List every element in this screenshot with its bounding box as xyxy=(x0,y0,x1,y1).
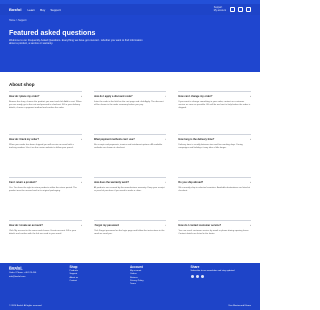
faq-question[interactable]: How can I change my order? › xyxy=(178,95,251,98)
faq-item[interactable]: How can I change my order? › If you want t… xyxy=(178,91,251,134)
page-title: Featured asked questions xyxy=(9,30,96,37)
faq-question[interactable]: How does the warranty work? › xyxy=(94,181,167,184)
chevron-right-icon[interactable]: › xyxy=(165,138,166,141)
breadcrumb[interactable]: Home > Support xyxy=(9,15,251,22)
faq-question[interactable]: Do you ship abroad? › xyxy=(178,181,251,184)
faq-answer: Click My account in the menu and choose … xyxy=(9,230,77,236)
faq-item[interactable]: How do I place my order? › Browse the shop… xyxy=(9,91,82,134)
faq-question-text: How do I apply a discount code? xyxy=(93,95,133,98)
facebook-icon[interactable] xyxy=(190,275,194,279)
faq-question[interactable]: How do I create an account? › xyxy=(9,224,82,227)
footer-col-title: Account xyxy=(130,265,143,269)
chevron-right-icon[interactable]: › xyxy=(81,224,82,227)
nav-link-learn[interactable]: Learn xyxy=(27,8,35,12)
faq-question[interactable]: Can I return a product? › xyxy=(9,181,82,184)
footer-col-title: Shop xyxy=(69,265,78,269)
faq-grid: How do I place my order? › Browse the shop… xyxy=(9,91,251,263)
faq-item[interactable]: How do I apply a discount code? › Enter th… xyxy=(93,91,167,134)
faq-item[interactable]: Do you ship abroad? › We currently ship to… xyxy=(178,177,251,220)
faq-item[interactable]: How long is the delivery time? › Delivery … xyxy=(178,134,251,177)
footer-share-col: Share Subscribe to our newsletter and st… xyxy=(190,265,252,286)
chevron-right-icon[interactable]: › xyxy=(165,181,166,184)
faq-answer: Click Forgot password on the login page … xyxy=(93,230,165,236)
chevron-right-icon[interactable]: › xyxy=(250,181,251,184)
faq-question-text: How do I create an account? xyxy=(9,224,43,227)
faq-question-text: How does the warranty work? xyxy=(93,181,130,184)
faq-question-text: Do you ship abroad? xyxy=(178,181,204,184)
footer-brand-line[interactable]: info@bosfol.com xyxy=(9,276,70,279)
faq-question-text: I forgot my password xyxy=(93,224,119,227)
faq-question-text: How do I place my order? xyxy=(9,95,40,98)
faq-answer: When your order has been shipped you wil… xyxy=(9,144,74,150)
faq-item[interactable]: How do I track my order? › When your order… xyxy=(9,134,82,177)
youtube-icon[interactable] xyxy=(200,275,204,279)
footer-share-text: Subscribe to our newsletter and stay upd… xyxy=(190,270,236,273)
chevron-right-icon[interactable]: › xyxy=(250,224,251,227)
nav-icons xyxy=(230,7,251,12)
nav-support-text[interactable]: Support My account xyxy=(214,6,226,12)
chevron-right-icon[interactable]: › xyxy=(250,138,251,141)
user-icon[interactable] xyxy=(238,7,243,12)
faq-answer: Delivery time is usually between two and… xyxy=(178,144,243,150)
chevron-right-icon[interactable]: › xyxy=(81,181,82,184)
faq-answer: If you want to change something in your … xyxy=(178,101,251,110)
faq-item[interactable]: I forgot my password › Click Forgot passwo… xyxy=(93,220,167,263)
faq-answer: Browse the shop, choose the product you … xyxy=(9,101,82,110)
faq-answer: You can reach customer service by email … xyxy=(178,230,250,236)
faq-question-text: How do I track my order? xyxy=(9,138,40,141)
payment-methods: Visa Mastercard Klarna xyxy=(228,305,251,307)
footer-shop-col: Shop Products Support About us Contact xyxy=(69,265,131,286)
nav-link-support[interactable]: Support xyxy=(50,8,61,12)
faq-item[interactable]: How does the warranty work? › All products… xyxy=(93,177,167,220)
faq-question-text: How long is the delivery time? xyxy=(178,138,215,141)
faq-item[interactable]: How do I contact customer service? › You c… xyxy=(178,220,251,263)
hero-banner: Home > Support Featured asked questions … xyxy=(0,15,260,72)
main-nav: Bosfol Learn Buy Support Support My accou… xyxy=(0,4,260,15)
chevron-right-icon[interactable]: › xyxy=(81,138,82,141)
faq-item[interactable]: How do I create an account? › Click My acc… xyxy=(9,220,82,263)
chevron-right-icon[interactable]: › xyxy=(165,224,166,227)
chevron-right-icon[interactable]: › xyxy=(81,95,82,98)
nav-link-buy[interactable]: Buy xyxy=(40,8,45,12)
footer-col-title: Share xyxy=(190,265,200,269)
faq-question[interactable]: What payment methods can I use? › xyxy=(94,138,167,141)
faq-question[interactable]: How do I track my order? › xyxy=(9,138,82,141)
cart-icon[interactable] xyxy=(246,7,251,12)
footer-link[interactable]: Contact xyxy=(70,280,131,283)
footer: Bosfol Bosfol Station Order / Phone: +46… xyxy=(0,263,260,310)
faq-question[interactable]: How do I contact customer service? › xyxy=(178,224,251,227)
faq-question[interactable]: I forgot my password › xyxy=(94,224,167,227)
faq-answer: All products are covered by the manufact… xyxy=(93,187,165,193)
faq-item[interactable]: What payment methods can I use? › We accep… xyxy=(93,134,167,177)
faq-question[interactable]: How do I apply a discount code? › xyxy=(94,95,167,98)
copyright: © 2024 Bosfol. All rights reserved. xyxy=(9,305,42,307)
instagram-icon[interactable] xyxy=(195,275,199,279)
footer-account-col: Account My account Orders Returns Privac… xyxy=(130,265,191,286)
social-icons xyxy=(190,275,252,279)
section-title: About shop xyxy=(9,82,35,87)
footer-brand: Bosfol Bosfol Station Order / Phone: +46… xyxy=(9,265,70,286)
faq-answer: Enter the code in the field on the cart … xyxy=(93,101,164,107)
chevron-right-icon[interactable]: › xyxy=(250,95,251,98)
search-icon[interactable] xyxy=(230,7,235,12)
hero-subtitle: Welcome to our Frequently Asked Question… xyxy=(9,39,143,46)
faq-answer: Yes. You have the right to return produc… xyxy=(9,187,77,193)
faq-question-text: What payment methods can I use? xyxy=(93,138,135,141)
faq-question-text: How can I change my order? xyxy=(178,95,213,98)
faq-question[interactable]: How do I place my order? › xyxy=(9,95,82,98)
faq-question[interactable]: How long is the delivery time? › xyxy=(178,138,251,141)
faq-question-text: Can I return a product? xyxy=(9,181,37,184)
faq-answer: We accept card payments, invoice and ins… xyxy=(93,144,163,150)
chevron-right-icon[interactable]: › xyxy=(165,95,166,98)
faq-item[interactable]: Can I return a product? › Yes. You have th… xyxy=(9,177,82,220)
faq-answer: We currently ship to selected countries.… xyxy=(178,187,250,193)
faq-question-text: How do I contact customer service? xyxy=(178,224,222,227)
site-logo[interactable]: Bosfol xyxy=(9,7,21,12)
footer-link[interactable]: Terms xyxy=(130,283,191,286)
